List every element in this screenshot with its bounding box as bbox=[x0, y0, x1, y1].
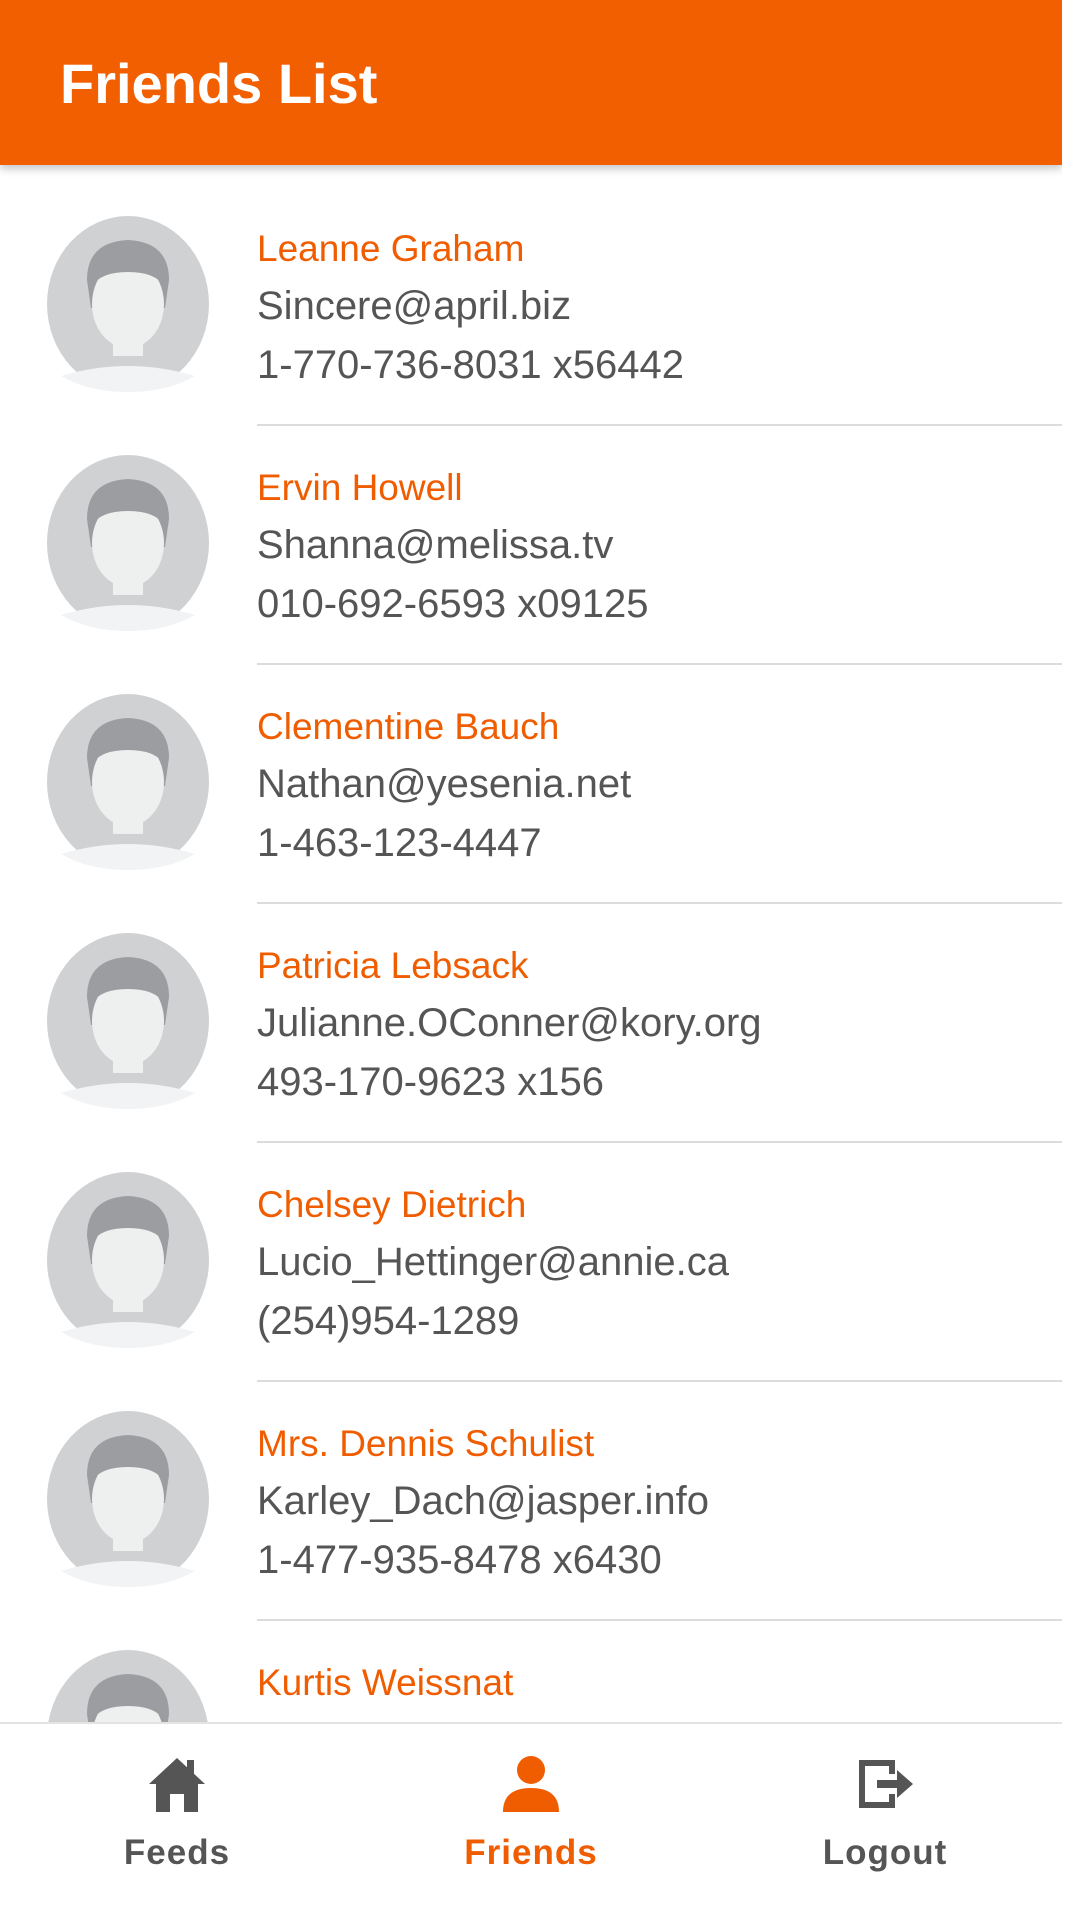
avatar-placeholder-icon bbox=[47, 455, 209, 631]
nav-feeds-label: Feeds bbox=[123, 1833, 231, 1872]
logout-icon bbox=[855, 1754, 915, 1814]
avatar bbox=[47, 216, 209, 392]
friend-name: Mrs. Dennis Schulist bbox=[257, 1423, 595, 1464]
avatar-placeholder-icon bbox=[47, 216, 209, 392]
friend-email: Sincere@april.biz bbox=[257, 284, 572, 328]
friend-list-item[interactable]: Chelsey Dietrich Lucio_Hettinger@annie.c… bbox=[0, 1121, 1062, 1382]
friend-phone: 493-170-9623 x156 bbox=[257, 1060, 604, 1104]
friend-email: Nathan@yesenia.net bbox=[257, 762, 632, 806]
avatar-placeholder-icon bbox=[47, 1411, 209, 1587]
friend-phone: 010-692-6593 x09125 bbox=[257, 582, 649, 626]
friend-name: Leanne Graham bbox=[257, 228, 525, 269]
friend-list-item[interactable]: Clementine Bauch Nathan@yesenia.net 1-46… bbox=[0, 643, 1062, 904]
friend-phone: 1-477-935-8478 x6430 bbox=[257, 1538, 662, 1582]
friend-name: Kurtis Weissnat bbox=[257, 1662, 514, 1703]
friend-list-item[interactable]: Kurtis Weissnat bbox=[0, 1599, 1062, 1722]
nav-friends-button[interactable]: Friends bbox=[354, 1724, 708, 1920]
nav-feeds-button[interactable]: Feeds bbox=[0, 1724, 354, 1920]
friends-list[interactable]: Leanne Graham Sincere@april.biz 1-770-73… bbox=[0, 165, 1062, 1722]
page-title: Friends List bbox=[60, 52, 378, 115]
avatar-placeholder-icon bbox=[47, 933, 209, 1109]
app-bar: Friends List bbox=[0, 0, 1062, 165]
friend-name: Clementine Bauch bbox=[257, 706, 560, 747]
friend-name: Patricia Lebsack bbox=[257, 945, 529, 986]
app-screen: Friends List Leanne Graham Sincere@april… bbox=[0, 0, 1062, 1920]
friend-email: Lucio_Hettinger@annie.ca bbox=[257, 1240, 730, 1284]
avatar bbox=[47, 1411, 209, 1587]
nav-friends-label: Friends bbox=[464, 1833, 598, 1872]
friend-phone: 1-463-123-4447 bbox=[257, 821, 542, 865]
friend-list-item[interactable]: Ervin Howell Shanna@melissa.tv 010-692-6… bbox=[0, 404, 1062, 665]
friend-name: Ervin Howell bbox=[257, 467, 463, 508]
person-icon bbox=[501, 1754, 561, 1814]
home-icon bbox=[147, 1754, 207, 1814]
friend-list-item[interactable]: Mrs. Dennis Schulist Karley_Dach@jasper.… bbox=[0, 1360, 1062, 1621]
nav-logout-label: Logout bbox=[822, 1833, 948, 1872]
bottom-navigation: Feeds Friends Logout bbox=[0, 1722, 1062, 1920]
avatar-placeholder-icon bbox=[47, 694, 209, 870]
nav-logout-button[interactable]: Logout bbox=[708, 1724, 1062, 1920]
avatar bbox=[47, 455, 209, 631]
friend-phone: (254)954-1289 bbox=[257, 1299, 520, 1343]
friend-phone: 1-770-736-8031 x56442 bbox=[257, 343, 685, 387]
friend-list-item[interactable]: Patricia Lebsack Julianne.OConner@kory.o… bbox=[0, 882, 1062, 1143]
avatar-placeholder-icon bbox=[47, 1172, 209, 1348]
avatar bbox=[47, 694, 209, 870]
avatar bbox=[47, 1172, 209, 1348]
friend-list-item[interactable]: Leanne Graham Sincere@april.biz 1-770-73… bbox=[0, 165, 1062, 426]
avatar-placeholder-icon bbox=[48, 1650, 208, 1722]
friend-email: Shanna@melissa.tv bbox=[257, 523, 614, 567]
friend-email: Karley_Dach@jasper.info bbox=[257, 1479, 709, 1523]
friend-name: Chelsey Dietrich bbox=[257, 1184, 527, 1225]
avatar bbox=[47, 933, 209, 1109]
friend-email: Julianne.OConner@kory.org bbox=[257, 1001, 762, 1045]
avatar bbox=[47, 1650, 209, 1722]
